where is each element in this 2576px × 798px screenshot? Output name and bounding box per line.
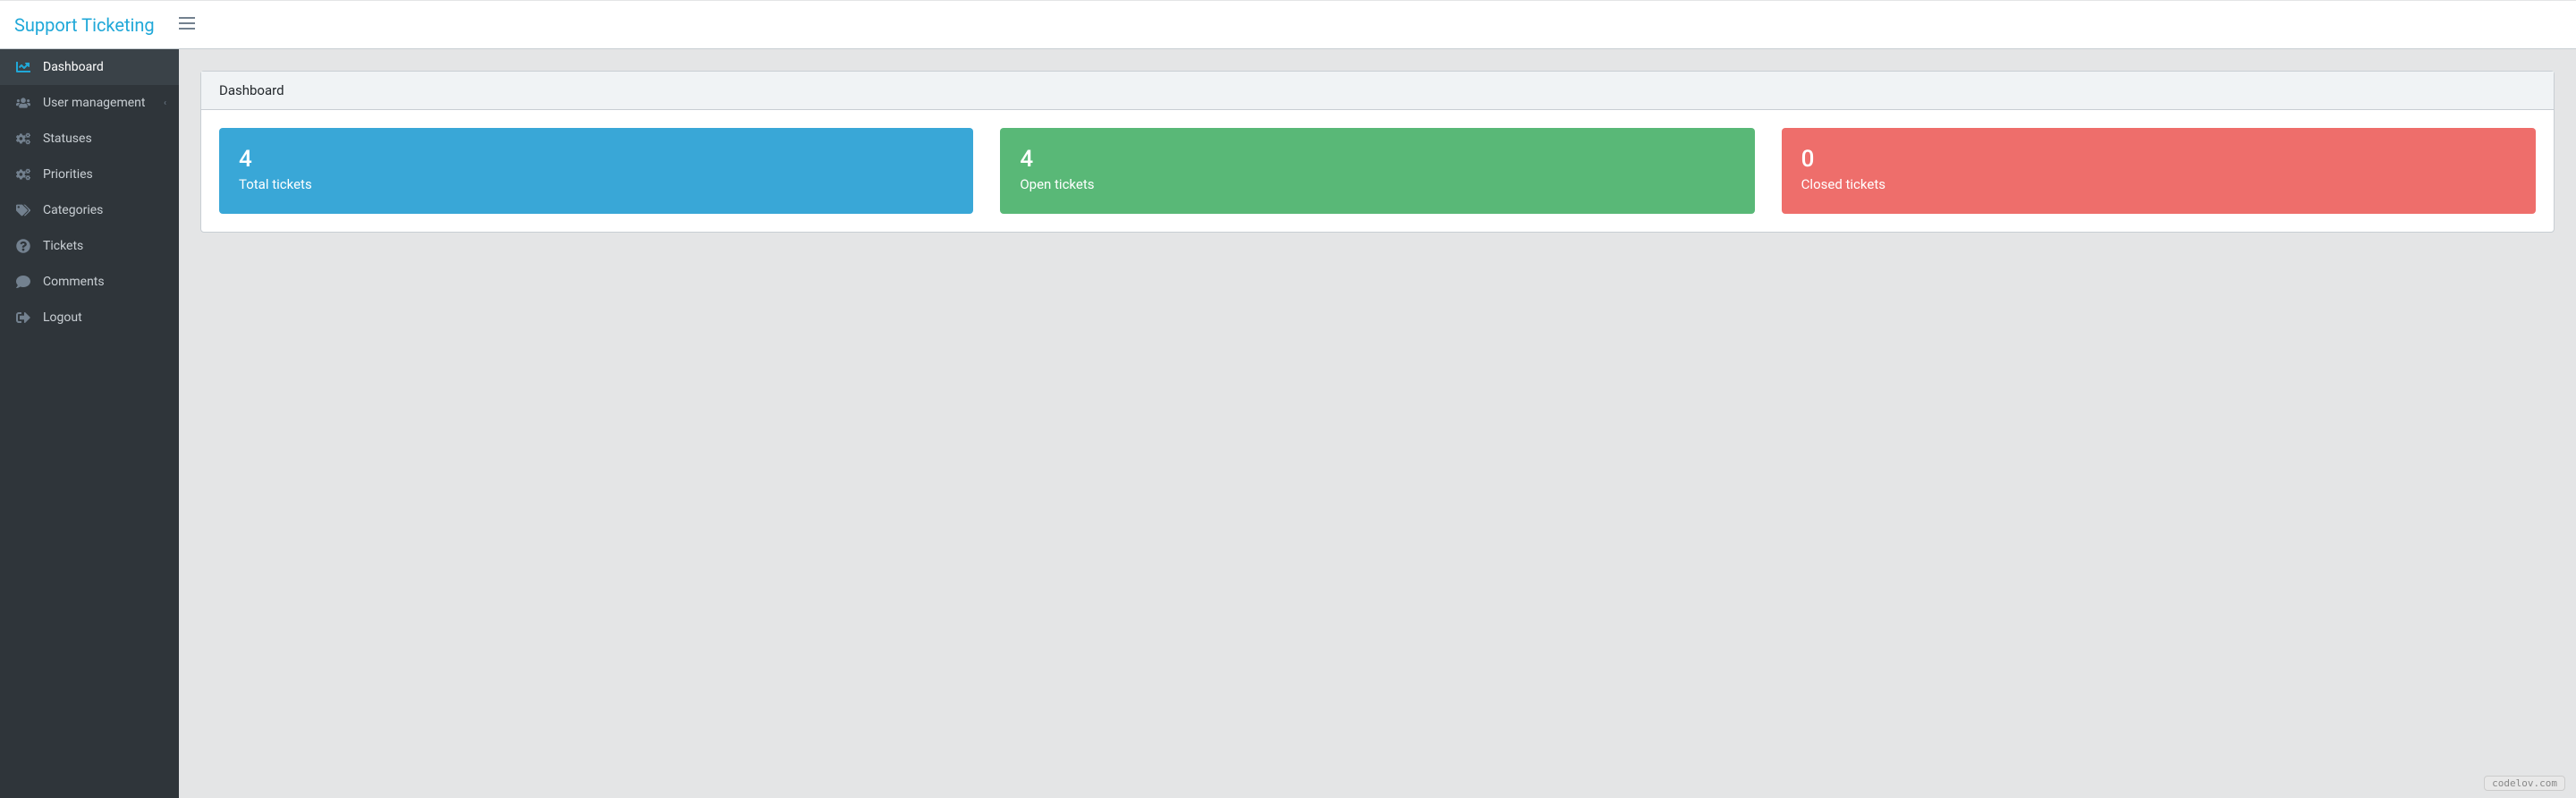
sidebar-item-statuses[interactable]: Statuses [0, 121, 179, 157]
sidebar-item-label: Tickets [43, 239, 83, 253]
sidebar-item-comments[interactable]: Comments [0, 264, 179, 300]
logout-icon [14, 310, 32, 325]
users-icon [14, 96, 32, 110]
stat-value: 4 [239, 146, 953, 173]
sidebar-item-label: Categories [43, 203, 103, 217]
stat-label: Total tickets [239, 176, 953, 192]
comment-icon [14, 275, 32, 289]
stat-value: 0 [1801, 146, 2516, 173]
cogs-icon [14, 132, 32, 146]
sidebar-item-label: Comments [43, 275, 105, 289]
sidebar-item-categories[interactable]: Categories [0, 192, 179, 228]
page-title: Dashboard [219, 82, 284, 98]
dashboard-card: Dashboard 4 Total tickets 4 Open tickets 0 Cl… [200, 71, 2555, 233]
tags-icon [14, 203, 32, 217]
card-body: 4 Total tickets 4 Open tickets 0 Closed ticke… [201, 110, 2554, 232]
sidebar-item-label: Priorities [43, 167, 93, 182]
sidebar-item-priorities[interactable]: Priorities [0, 157, 179, 192]
question-icon [14, 239, 32, 253]
stat-card-closed-tickets: 0 Closed tickets [1782, 128, 2536, 214]
sidebar-item-logout[interactable]: Logout [0, 300, 179, 335]
stat-value: 4 [1020, 146, 1734, 173]
hamburger-icon [176, 23, 198, 37]
sidebar-item-label: Logout [43, 310, 82, 325]
topbar: Support Ticketing [0, 0, 2576, 49]
watermark: codelov.com [2484, 776, 2565, 791]
sidebar-item-label: User management [43, 96, 145, 110]
sidebar-item-label: Statuses [43, 132, 92, 146]
stat-label: Open tickets [1020, 176, 1734, 192]
sidebar: Dashboard User management ‹ Statuses Priorit… [0, 49, 179, 798]
cogs-icon [14, 167, 32, 182]
stat-label: Closed tickets [1801, 176, 2516, 192]
dashboard-icon [14, 60, 32, 74]
menu-toggle-button[interactable] [173, 9, 201, 40]
card-header: Dashboard [201, 72, 2554, 110]
main-content: Dashboard 4 Total tickets 4 Open tickets 0 Cl… [179, 49, 2576, 798]
brand-link[interactable]: Support Ticketing [14, 14, 155, 36]
stat-card-open-tickets: 4 Open tickets [1000, 128, 1754, 214]
sidebar-item-dashboard[interactable]: Dashboard [0, 49, 179, 85]
sidebar-item-label: Dashboard [43, 60, 104, 74]
stat-card-total-tickets: 4 Total tickets [219, 128, 973, 214]
chevron-left-icon: ‹ [164, 98, 166, 108]
sidebar-item-tickets[interactable]: Tickets [0, 228, 179, 264]
sidebar-item-user-management[interactable]: User management ‹ [0, 85, 179, 121]
stats-row: 4 Total tickets 4 Open tickets 0 Closed ticke… [219, 128, 2536, 214]
